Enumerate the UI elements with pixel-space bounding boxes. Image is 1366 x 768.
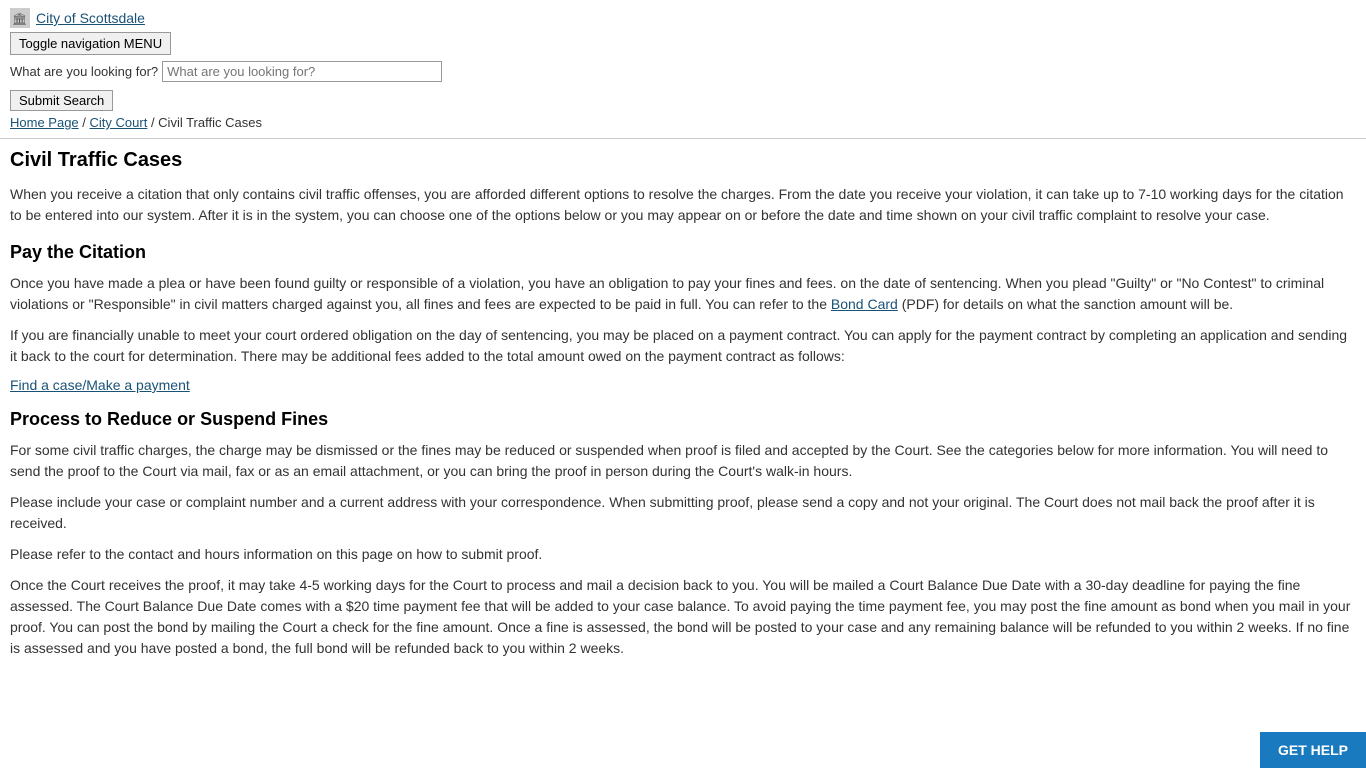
find-case-link[interactable]: Find a case/Make a payment: [10, 377, 1356, 393]
section1-heading: Pay the Citation: [10, 242, 1356, 263]
search-input[interactable]: [162, 61, 442, 82]
svg-text:🏛: 🏛: [12, 12, 27, 26]
main-content: Civil Traffic Cases When you receive a c…: [0, 139, 1366, 729]
section2-para3: Please refer to the contact and hours in…: [10, 544, 1356, 565]
search-area: What are you looking for?: [10, 61, 1356, 82]
site-title-link[interactable]: City of Scottsdale: [36, 10, 145, 26]
breadcrumb-sep1: /: [82, 115, 89, 130]
breadcrumb: Home Page / City Court / Civil Traffic C…: [10, 115, 1356, 134]
section2-para2: Please include your case or complaint nu…: [10, 492, 1356, 534]
breadcrumb-home-link[interactable]: Home Page: [10, 115, 79, 130]
submit-search-button[interactable]: Submit Search: [10, 90, 113, 111]
intro-paragraph: When you receive a citation that only co…: [10, 184, 1356, 226]
logo-image: 🏛: [10, 8, 30, 28]
section1-para1-suffix: (PDF) for details on what the sanction a…: [902, 296, 1234, 312]
nav-toggle-button[interactable]: Toggle navigation MENU: [10, 32, 171, 55]
page-title: Civil Traffic Cases: [10, 149, 1356, 172]
site-logo-area: 🏛 City of Scottsdale: [10, 8, 1356, 28]
get-help-button[interactable]: GET HELP: [1260, 732, 1366, 768]
bond-card-link[interactable]: Bond Card: [831, 296, 898, 312]
section2-para4: Once the Court receives the proof, it ma…: [10, 575, 1356, 659]
section1-para1: Once you have made a plea or have been f…: [10, 273, 1356, 315]
breadcrumb-current: Civil Traffic Cases: [158, 115, 262, 130]
search-label: What are you looking for?: [10, 64, 158, 79]
site-header: 🏛 City of Scottsdale Toggle navigation M…: [0, 0, 1366, 139]
section2-heading: Process to Reduce or Suspend Fines: [10, 409, 1356, 430]
site-title: City of Scottsdale: [36, 10, 145, 26]
nav-toggle-area: Toggle navigation MENU: [10, 32, 1356, 61]
section1-para2: If you are financially unable to meet yo…: [10, 325, 1356, 367]
breadcrumb-court-link[interactable]: City Court: [90, 115, 148, 130]
section2-para1: For some civil traffic charges, the char…: [10, 440, 1356, 482]
